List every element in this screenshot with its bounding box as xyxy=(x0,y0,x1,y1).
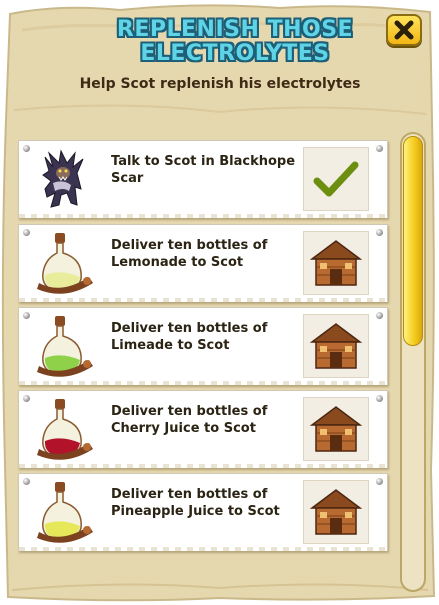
building-icon xyxy=(309,323,363,369)
pin-icon xyxy=(23,229,30,236)
task-card: Deliver ten bottles of Limeade to Scot xyxy=(18,307,388,385)
pin-icon xyxy=(23,312,30,319)
close-button[interactable] xyxy=(386,14,422,46)
pin-icon xyxy=(23,478,30,485)
scrollbar-thumb[interactable] xyxy=(403,136,423,346)
dialog-title: REPLENISH THOSE ELECTROLYTES xyxy=(90,18,380,66)
pineapple-juice-bottle-icon xyxy=(37,482,93,543)
task-card: Deliver ten bottles of Cherry Juice to S… xyxy=(18,390,388,468)
task-status[interactable] xyxy=(303,314,369,378)
building-icon xyxy=(309,240,363,286)
task-text: Deliver ten bottles of Limeade to Scot xyxy=(111,321,268,353)
pin-icon xyxy=(23,395,30,402)
task-text: Deliver ten bottles of Cherry Juice to S… xyxy=(111,404,268,436)
pin-icon xyxy=(376,229,383,236)
dialog-subtitle: Help Scot replenish his electrolytes xyxy=(79,76,361,92)
pin-icon xyxy=(376,395,383,402)
dialog-title-line-2: ELECTROLYTES xyxy=(140,41,330,66)
pin-icon xyxy=(376,312,383,319)
pin-icon xyxy=(376,478,383,485)
pin-icon xyxy=(376,145,383,152)
building-icon xyxy=(309,406,363,452)
dialog-title-line-1: REPLENISH THOSE xyxy=(116,17,354,42)
task-text: Deliver ten bottles of Pineapple Juice t… xyxy=(111,487,280,519)
cherry-juice-bottle-icon xyxy=(37,399,93,460)
task-status[interactable] xyxy=(303,480,369,544)
task-status[interactable] xyxy=(303,231,369,295)
task-status xyxy=(303,147,369,211)
task-card: Talk to Scot in Blackhope Scar xyxy=(18,140,388,218)
task-text: Deliver ten bottles of Lemonade to Scot xyxy=(111,238,268,270)
checkmark-icon xyxy=(313,161,359,197)
close-icon xyxy=(394,20,414,40)
building-icon xyxy=(309,489,363,535)
task-text: Talk to Scot in Blackhope Scar xyxy=(111,154,296,186)
task-card: Deliver ten bottles of Pineapple Juice t… xyxy=(18,473,388,551)
pin-icon xyxy=(23,145,30,152)
task-status[interactable] xyxy=(303,397,369,461)
werewolf-icon xyxy=(42,149,84,208)
limeade-bottle-icon xyxy=(37,316,93,377)
scrollbar[interactable] xyxy=(400,132,426,592)
task-card: Deliver ten bottles of Lemonade to Scot xyxy=(18,224,388,302)
lemonade-bottle-icon xyxy=(37,233,93,294)
